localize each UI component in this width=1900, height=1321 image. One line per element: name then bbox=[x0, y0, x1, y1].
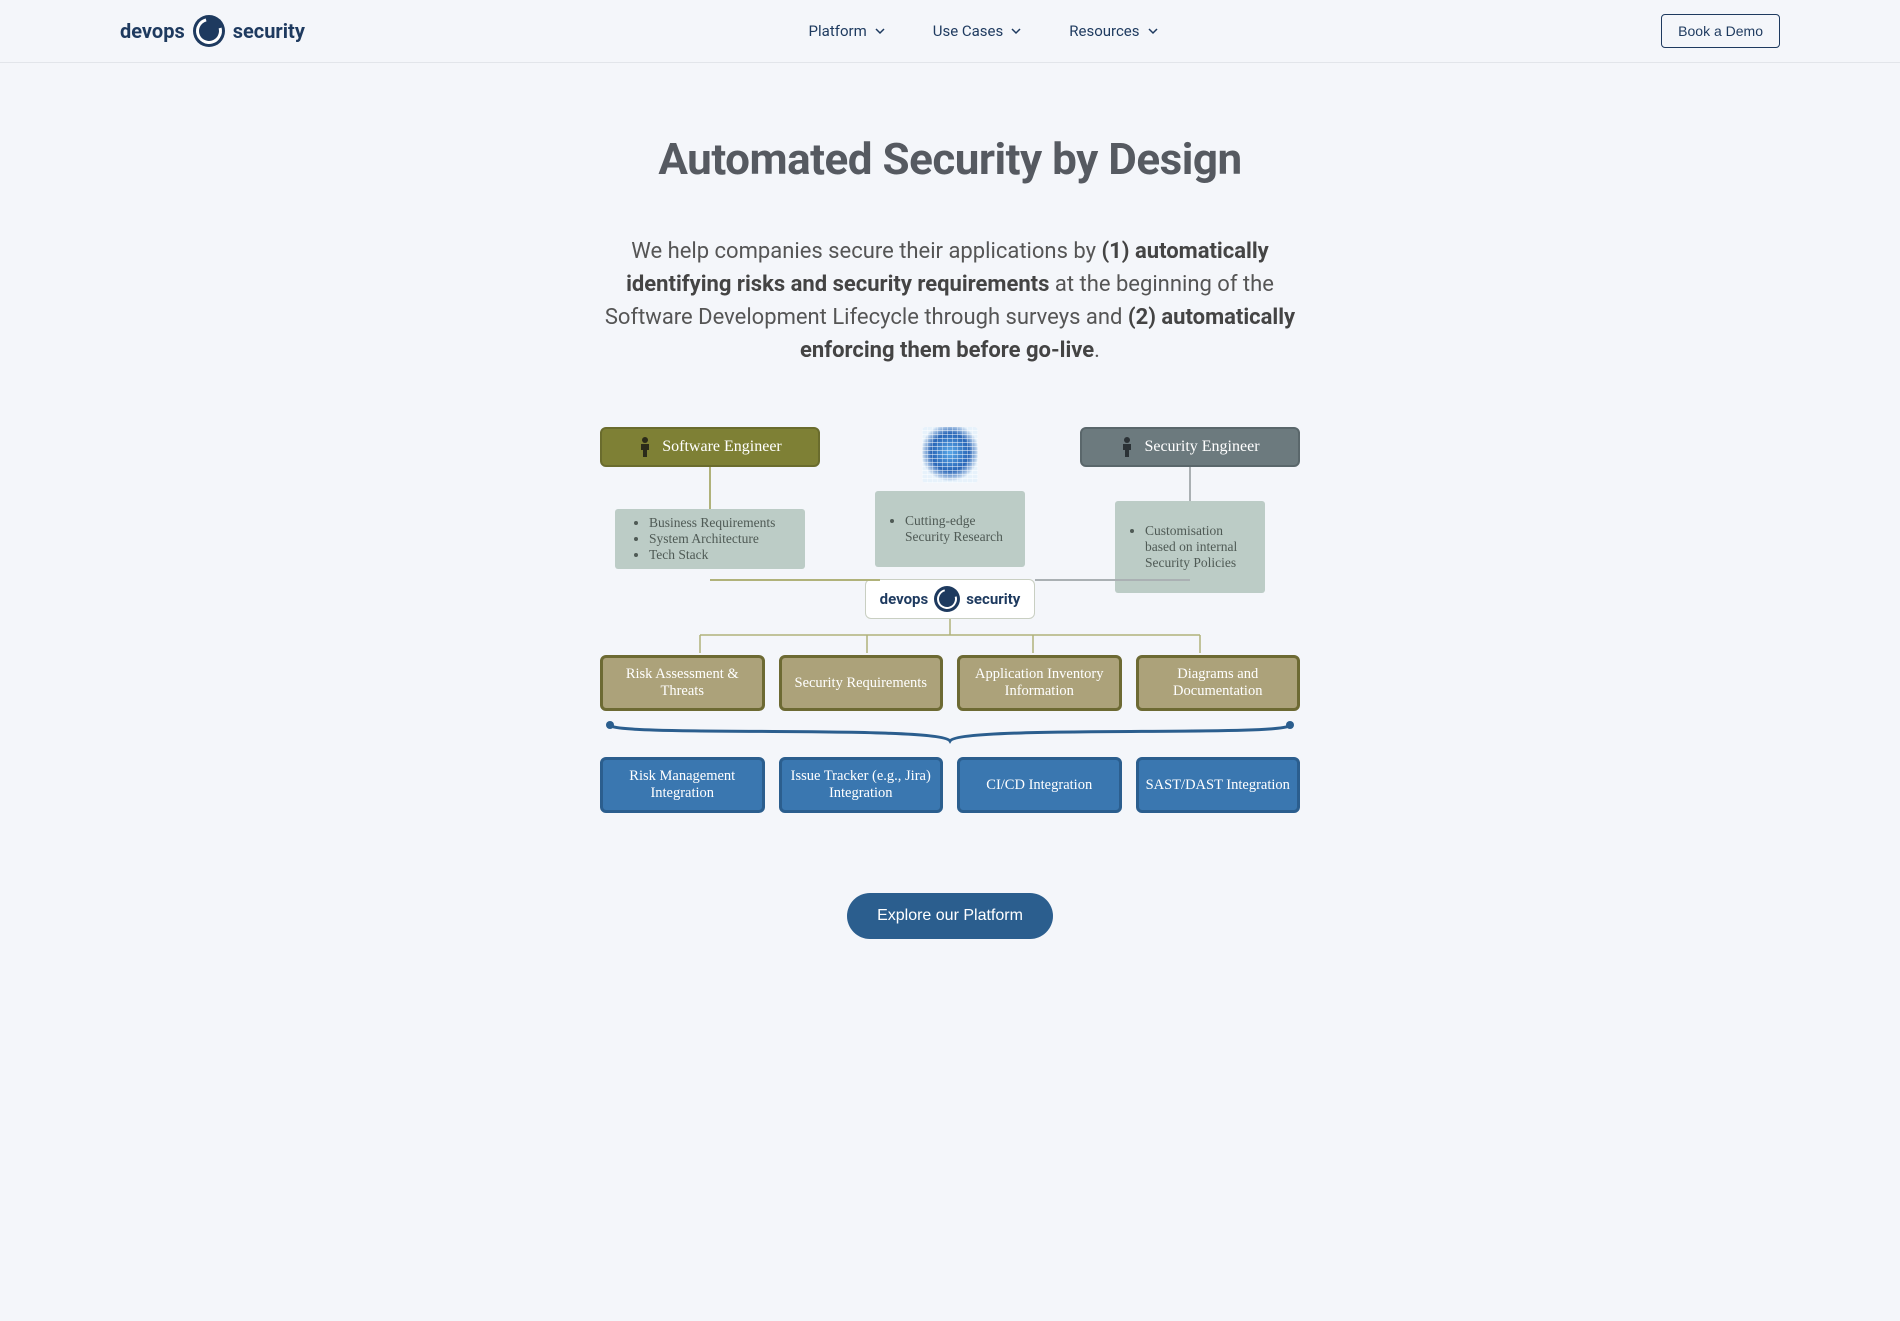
explore-platform-button[interactable]: Explore our Platform bbox=[847, 893, 1053, 939]
cta-section: Explore our Platform bbox=[480, 893, 1420, 939]
brand-logo-icon bbox=[934, 586, 960, 612]
diagram-integrations: Risk Management Integration Issue Tracke… bbox=[600, 757, 1300, 813]
connector-line bbox=[709, 467, 711, 509]
person-icon bbox=[1120, 436, 1134, 458]
gem-icon bbox=[922, 427, 978, 483]
role-col-research: Cutting-edge Security Research devops se… bbox=[820, 427, 1080, 619]
integration-sast-dast: SAST/DAST Integration bbox=[1136, 757, 1301, 813]
architecture-diagram: Software Engineer Business Requirements … bbox=[600, 427, 1300, 813]
chevron-down-icon bbox=[1148, 26, 1158, 36]
brace-icon bbox=[600, 717, 1300, 747]
integration-cicd: CI/CD Integration bbox=[957, 757, 1122, 813]
brand-name-left: devops bbox=[120, 19, 185, 43]
hub-right: security bbox=[966, 590, 1020, 608]
input-item: Customisation based on internal Security… bbox=[1145, 523, 1253, 571]
role-security-engineer: Security Engineer bbox=[1080, 427, 1300, 467]
hero-description: We help companies secure their applicati… bbox=[600, 235, 1300, 367]
hero-section: Automated Security by Design We help com… bbox=[460, 63, 1440, 1099]
page-title: Automated Security by Design bbox=[480, 133, 1420, 185]
output-app-inventory: Application Inventory Information bbox=[957, 655, 1122, 711]
nav-label: Use Cases bbox=[933, 22, 1004, 40]
integration-risk-mgmt: Risk Management Integration bbox=[600, 757, 765, 813]
input-box-research: Cutting-edge Security Research bbox=[875, 491, 1025, 567]
output-risk-assessment: Risk Assessment & Threats bbox=[600, 655, 765, 711]
nav-label: Platform bbox=[809, 22, 867, 40]
role-col-software-engineer: Software Engineer Business Requirements … bbox=[600, 427, 820, 569]
chevron-down-icon bbox=[875, 26, 885, 36]
brand-logo[interactable]: devops security bbox=[120, 15, 305, 47]
hub-box: devops security bbox=[865, 579, 1035, 619]
role-col-security-engineer: Security Engineer Customisation based on… bbox=[1080, 427, 1300, 593]
role-label: Software Engineer bbox=[662, 438, 782, 456]
nav-label: Resources bbox=[1069, 22, 1139, 40]
input-box-software-engineer: Business Requirements System Architectur… bbox=[615, 509, 805, 569]
hero-text-lead: We help companies secure their applicati… bbox=[631, 239, 1101, 264]
brand-name-right: security bbox=[233, 19, 305, 43]
connector-line bbox=[1189, 467, 1191, 501]
diagram-tier-roles: Software Engineer Business Requirements … bbox=[600, 427, 1300, 619]
chevron-down-icon bbox=[1011, 26, 1021, 36]
nav-platform[interactable]: Platform bbox=[809, 22, 885, 40]
input-item: System Architecture bbox=[649, 531, 793, 547]
diagram-outputs: Risk Assessment & Threats Security Requi… bbox=[600, 655, 1300, 711]
book-demo-button[interactable]: Book a Demo bbox=[1661, 14, 1780, 48]
integration-issue-tracker: Issue Tracker (e.g., Jira) Integration bbox=[779, 757, 944, 813]
site-header: devops security Platform Use Cases Resou… bbox=[0, 0, 1900, 63]
input-item: Cutting-edge Security Research bbox=[905, 513, 1013, 545]
nav-resources[interactable]: Resources bbox=[1069, 22, 1157, 40]
connector-tree bbox=[640, 619, 1260, 655]
nav-use-cases[interactable]: Use Cases bbox=[933, 22, 1022, 40]
hero-text-end: . bbox=[1094, 338, 1100, 363]
output-diagrams-docs: Diagrams and Documentation bbox=[1136, 655, 1301, 711]
input-item: Tech Stack bbox=[649, 547, 793, 563]
brand-logo-icon bbox=[193, 15, 225, 47]
input-item: Business Requirements bbox=[649, 515, 793, 531]
output-security-requirements: Security Requirements bbox=[779, 655, 944, 711]
primary-nav: Platform Use Cases Resources bbox=[809, 22, 1158, 40]
role-software-engineer: Software Engineer bbox=[600, 427, 820, 467]
connector-line bbox=[1035, 579, 1190, 581]
role-label: Security Engineer bbox=[1144, 438, 1259, 456]
hub-left: devops bbox=[880, 590, 929, 608]
connector-line bbox=[710, 579, 880, 581]
person-icon bbox=[638, 436, 652, 458]
